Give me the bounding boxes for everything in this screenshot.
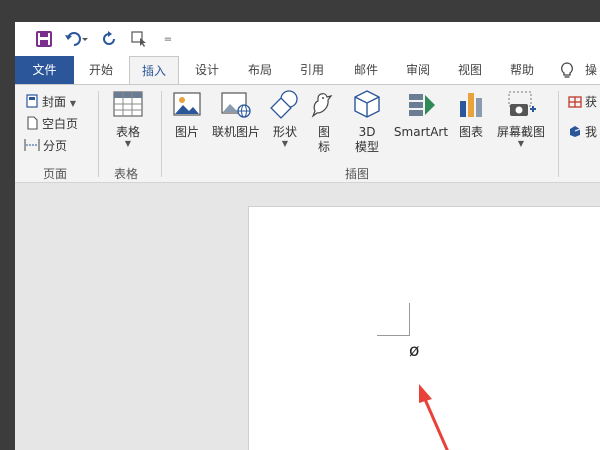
icons-label-1: 图	[317, 125, 330, 139]
chart-button[interactable]: 图表	[455, 89, 487, 140]
online-pictures-button[interactable]: 联机图片	[208, 89, 264, 140]
camera-icon	[493, 89, 549, 123]
chevron-down-icon: ▼	[69, 99, 76, 108]
icons-label-2: 标	[317, 140, 330, 154]
tab-references[interactable]: 引用	[292, 56, 332, 84]
pictures-button[interactable]: 图片	[169, 89, 205, 140]
undo-icon[interactable]	[63, 28, 91, 50]
page-break-icon	[23, 137, 41, 156]
lightbulb-icon[interactable]	[560, 62, 574, 83]
ribbon-insert: 封面 ▼ 空白页 分页 页面 表格 ▼ 表格 图片 联机图片 形状 ▼ 图 标 …	[15, 84, 600, 183]
chart-label: 图表	[458, 125, 483, 139]
bar-chart-icon	[455, 89, 487, 123]
tab-file[interactable]: 文件	[15, 56, 74, 84]
pictures-label: 图片	[174, 125, 199, 139]
cover-page-icon	[25, 93, 39, 112]
tab-insert[interactable]: 插入	[129, 56, 179, 85]
group-separator	[558, 91, 559, 177]
annotation-arrow	[419, 384, 449, 450]
store-icon	[568, 93, 582, 112]
3d-models-label-1: 3D	[358, 125, 376, 139]
icons-icon	[309, 89, 339, 123]
my-addins-button[interactable]: 我	[585, 123, 597, 140]
get-addins-button[interactable]: 获	[585, 93, 597, 110]
ribbon-tabs: 文件 开始 插入 设计 布局 引用 邮件 审阅 视图 帮助 操	[15, 56, 600, 85]
touch-mode-icon[interactable]	[129, 28, 151, 50]
cube-icon	[351, 89, 383, 123]
chevron-down-icon: ▼	[124, 139, 132, 148]
screenshot-button[interactable]: 屏幕截图 ▼	[493, 89, 549, 148]
smartart-label: SmartArt	[393, 125, 449, 139]
3d-models-label-2: 模型	[354, 140, 379, 154]
chevron-down-icon: ▼	[517, 139, 525, 148]
tab-layout[interactable]: 布局	[240, 56, 280, 84]
redo-icon[interactable]	[99, 28, 121, 50]
shapes-icon	[267, 89, 303, 123]
cover-page-button[interactable]: 封面 ▼	[42, 93, 76, 110]
tab-view[interactable]: 视图	[450, 56, 490, 84]
blank-page-icon	[25, 115, 39, 134]
cover-page-label: 封面	[42, 95, 67, 109]
tab-design[interactable]: 设计	[187, 56, 227, 84]
group-label-tables: 表格	[114, 167, 139, 181]
smartart-button[interactable]: SmartArt	[393, 89, 449, 140]
group-separator	[98, 91, 99, 177]
tab-help[interactable]: 帮助	[502, 56, 542, 84]
online-pictures-label: 联机图片	[211, 125, 260, 139]
icons-button[interactable]: 图 标	[309, 89, 339, 155]
group-label-pages: 页面	[43, 167, 68, 181]
table-icon	[106, 89, 150, 123]
page-break-button[interactable]: 分页	[43, 137, 67, 154]
customize-qat-button[interactable]: =	[161, 28, 175, 50]
shapes-label: 形状	[272, 125, 297, 139]
quick-access-toolbar: =	[15, 22, 600, 56]
document-area: ø	[15, 183, 600, 450]
blank-page-button[interactable]: 空白页	[42, 115, 78, 132]
table-button[interactable]: 表格 ▼	[106, 89, 150, 148]
tab-mailings[interactable]: 邮件	[346, 56, 386, 84]
3d-models-button[interactable]: 3D 模型	[351, 89, 383, 155]
group-separator	[161, 91, 162, 177]
smartart-icon	[393, 89, 449, 123]
tell-me-search[interactable]: 操	[585, 56, 600, 84]
picture-icon	[169, 89, 205, 123]
chevron-down-icon: ▼	[281, 139, 289, 148]
tab-home[interactable]: 开始	[81, 56, 121, 84]
shapes-button[interactable]: 形状 ▼	[267, 89, 303, 148]
group-label-illustrations: 插图	[345, 167, 370, 181]
tab-review[interactable]: 审阅	[398, 56, 438, 84]
my-addins-icon	[568, 123, 582, 142]
save-icon[interactable]	[33, 28, 55, 50]
screenshot-label: 屏幕截图	[496, 125, 545, 139]
word-window: = 文件 开始 插入 设计 布局 引用 邮件 审阅 视图 帮助 操 封面 ▼ 空…	[15, 22, 600, 450]
table-label: 表格	[115, 125, 140, 139]
online-picture-icon	[208, 89, 264, 123]
